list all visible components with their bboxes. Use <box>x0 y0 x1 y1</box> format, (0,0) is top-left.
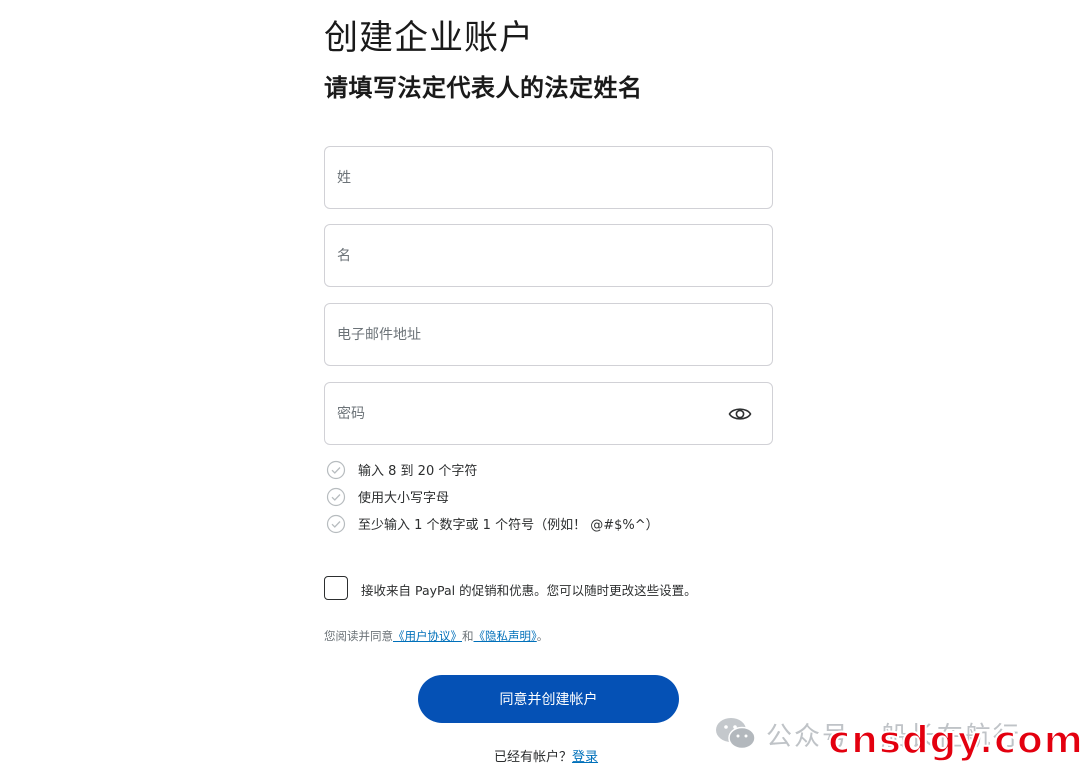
login-prompt-text: 已经有帐户？ <box>494 750 573 765</box>
page-subtitle: 请填写法定代表人的法定姓名 <box>324 74 643 102</box>
password-rule-text: 输入 8 到 20 个字符 <box>358 464 478 479</box>
agree-create-account-button[interactable]: 同意并创建帐户 <box>418 675 679 723</box>
eye-icon[interactable] <box>728 403 752 425</box>
email-field[interactable] <box>324 303 773 366</box>
agreement-and: 和 <box>462 629 474 643</box>
watermark-domain-text: cnsdgy.com <box>827 717 1080 763</box>
agreement-text: 您阅读并同意《用户协议》和《隐私声明》。 <box>324 628 548 644</box>
agreement-prefix: 您阅读并同意 <box>324 629 393 643</box>
user-agreement-link[interactable]: 《用户协议》 <box>393 629 462 643</box>
password-field[interactable] <box>324 382 773 445</box>
password-rules-list: 输入 8 到 20 个字符 使用大小写字母 至少输入 1 个数字或 1 个符号（… <box>324 456 773 537</box>
check-circle-icon <box>326 487 346 506</box>
wechat-logo-icon <box>716 718 756 750</box>
agreement-suffix: 。 <box>536 629 549 643</box>
password-rule: 输入 8 到 20 个字符 <box>324 456 773 483</box>
promo-checkbox-label: 接收来自 PayPal 的促销和优惠。您可以随时更改这些设置。 <box>361 583 697 598</box>
password-rule: 至少输入 1 个数字或 1 个符号（例如！ @#$%^） <box>324 510 773 537</box>
password-input[interactable] <box>325 383 772 444</box>
login-link[interactable]: 登录 <box>572 750 598 765</box>
password-rule-text: 至少输入 1 个数字或 1 个符号（例如！ @#$%^） <box>358 518 659 533</box>
first-name-input[interactable] <box>325 225 772 286</box>
first-name-field[interactable] <box>324 224 773 287</box>
promo-checkbox[interactable] <box>324 576 348 600</box>
check-circle-icon <box>326 460 346 479</box>
check-circle-icon <box>326 514 346 533</box>
signup-page: 创建企业账户 请填写法定代表人的法定姓名 输入 8 到 20 个字符 <box>0 0 1080 778</box>
password-rule: 使用大小写字母 <box>324 483 773 510</box>
privacy-statement-link[interactable]: 《隐私声明》 <box>474 629 537 643</box>
email-input[interactable] <box>325 304 772 365</box>
page-title: 创建企业账户 <box>324 18 534 58</box>
last-name-field[interactable] <box>324 146 773 209</box>
password-rule-text: 使用大小写字母 <box>358 491 450 506</box>
last-name-input[interactable] <box>325 147 772 208</box>
login-prompt: 已经有帐户？登录 <box>494 746 598 765</box>
